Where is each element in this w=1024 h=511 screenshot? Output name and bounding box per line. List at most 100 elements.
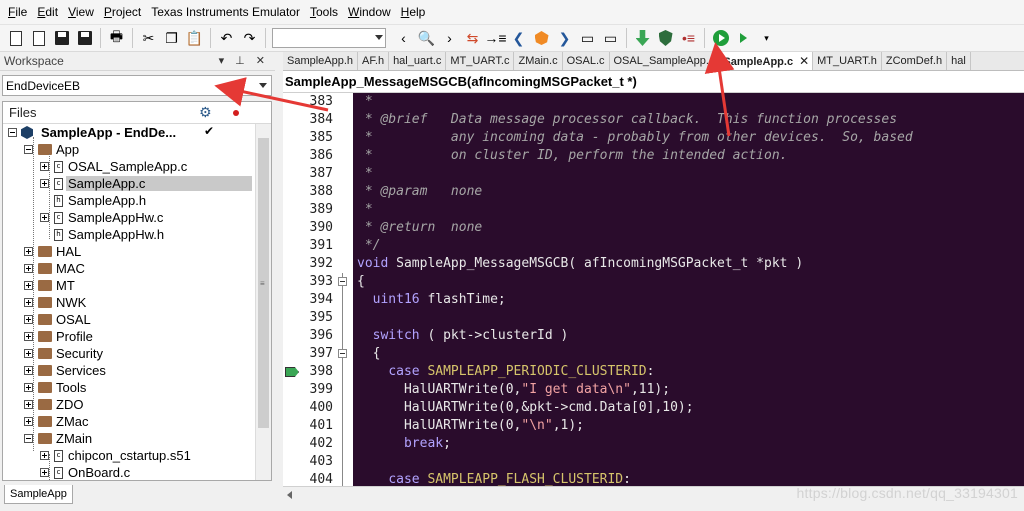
workspace-window-controls[interactable]: ▾ ⊥ ✕ (219, 54, 269, 67)
configuration-select[interactable]: EndDeviceEB (2, 75, 272, 96)
copy-icon[interactable]: ❐ (162, 28, 182, 48)
menu-window[interactable]: Window (343, 0, 396, 25)
expand-icon[interactable] (40, 451, 49, 460)
find-next-icon[interactable]: › (440, 28, 460, 48)
tree-folder[interactable]: Profile (3, 328, 271, 345)
collapse-icon[interactable] (24, 434, 33, 443)
menu-view[interactable]: View (63, 0, 99, 25)
tree-folder[interactable]: MT (3, 277, 271, 294)
menu-tools[interactable]: Tools (305, 0, 343, 25)
new-file-icon[interactable] (29, 28, 49, 48)
nav-forward-icon[interactable]: ❯ (555, 28, 575, 48)
tree-file[interactable]: c OSAL_SampleApp.c (3, 158, 271, 175)
editor-tab[interactable]: hal (947, 52, 971, 70)
tree-folder[interactable]: Services (3, 362, 271, 379)
editor-tab[interactable]: AF.h (358, 52, 390, 70)
editor-tab[interactable]: OSAL_SampleApp.c (610, 52, 720, 70)
editor-tab[interactable]: SampleApp.c ✕ (719, 52, 814, 70)
tree-folder[interactable]: ZDO (3, 396, 271, 413)
toolbar-overflow-icon[interactable]: ▾ (757, 28, 777, 48)
compile-icon[interactable]: ▭ (578, 28, 598, 48)
expand-icon[interactable] (24, 332, 33, 341)
run-without-debug-icon[interactable] (734, 28, 754, 48)
collapse-icon[interactable] (24, 145, 33, 154)
editor-tab[interactable]: hal_uart.c (389, 52, 447, 70)
editor-tab[interactable]: SampleApp.h (283, 52, 359, 70)
tree-file[interactable]: c OnBoard.c (3, 464, 271, 480)
find-combo[interactable] (272, 28, 386, 48)
redo-icon[interactable]: ↷ (240, 28, 260, 48)
expand-icon[interactable] (24, 400, 33, 409)
replace-icon[interactable]: ⇆ (463, 28, 483, 48)
cut-icon[interactable]: ✂ (139, 28, 159, 48)
menu-help[interactable]: Help (396, 0, 431, 25)
expand-icon[interactable] (24, 298, 33, 307)
menu-texas-instruments-emulator[interactable]: Texas Instruments Emulator (146, 0, 305, 25)
tree-folder[interactable]: Security (3, 345, 271, 362)
undo-icon[interactable]: ↶ (217, 28, 237, 48)
expand-icon[interactable] (40, 213, 49, 222)
editor-tab[interactable]: ZMain.c (514, 52, 563, 70)
collapse-icon[interactable] (8, 128, 17, 137)
gear-icon[interactable]: ⚙ (199, 104, 212, 121)
menu-file[interactable]: File (3, 0, 32, 25)
find-prev-icon[interactable]: ‹ (394, 28, 414, 48)
tree-folder[interactable]: App (3, 141, 271, 158)
print-icon[interactable]: 🖶 (107, 28, 127, 48)
tree-scrollbar[interactable]: ≡ (255, 124, 271, 480)
code-editor[interactable]: * * @brief Data message processor callba… (353, 93, 1024, 486)
editor-tab[interactable]: ZComDef.h (882, 52, 948, 70)
expand-icon[interactable] (24, 247, 33, 256)
expand-icon[interactable] (24, 366, 33, 375)
tree-folder[interactable]: OSAL (3, 311, 271, 328)
save-all-icon[interactable] (75, 28, 95, 48)
function-bar[interactable]: SampleApp_MessageMSGCB(afIncomingMSGPack… (283, 71, 1024, 93)
workspace-bottom-tab[interactable]: SampleApp (4, 485, 73, 504)
expand-icon[interactable] (24, 383, 33, 392)
expand-icon[interactable] (24, 264, 33, 273)
tree-folder[interactable]: MAC (3, 260, 271, 277)
editor-tab[interactable]: OSAL.c (563, 52, 610, 70)
menu-project[interactable]: Project (99, 0, 146, 25)
go-debug-icon[interactable] (711, 28, 731, 48)
tree-folder[interactable]: ZMain (3, 430, 271, 447)
download-icon[interactable] (633, 28, 653, 48)
bookmark-icon[interactable] (532, 28, 552, 48)
debug-shield-icon[interactable] (656, 28, 676, 48)
expand-icon[interactable] (40, 468, 49, 477)
tree-folder[interactable]: ZMac (3, 413, 271, 430)
make-icon[interactable]: ▭ (601, 28, 621, 48)
scroll-left-icon[interactable] (287, 491, 292, 499)
fold-toggle[interactable] (335, 345, 353, 363)
expand-icon[interactable] (40, 162, 49, 171)
breakpoint-toggle-icon[interactable]: •≡ (679, 28, 699, 48)
tree-folder[interactable]: HAL (3, 243, 271, 260)
tree-project[interactable]: SampleApp - EndDe... ✔ (3, 124, 271, 141)
fold-toggle[interactable] (335, 273, 353, 291)
tree-file[interactable]: c chipcon_cstartup.s51 (3, 447, 271, 464)
save-icon[interactable] (52, 28, 72, 48)
menu-edit[interactable]: Edit (32, 0, 63, 25)
tree-file[interactable]: c SampleApp.c (3, 175, 271, 192)
editor-tab[interactable]: MT_UART.h (813, 52, 882, 70)
tree-folder[interactable]: Tools (3, 379, 271, 396)
paste-icon[interactable]: 📋 (185, 28, 205, 48)
tree-file[interactable]: h SampleApp.h (3, 192, 271, 209)
open-icon[interactable] (6, 28, 26, 48)
editor-tab[interactable]: MT_UART.c (446, 52, 515, 70)
expand-icon[interactable] (24, 349, 33, 358)
line-number: 401 (309, 418, 333, 433)
expand-icon[interactable] (24, 281, 33, 290)
expand-icon[interactable] (40, 179, 49, 188)
close-icon[interactable]: ✕ (799, 54, 809, 68)
expand-icon[interactable] (24, 315, 33, 324)
status-dot-icon (233, 110, 239, 116)
chevron-down-icon[interactable] (259, 83, 267, 88)
nav-back-icon[interactable]: ❮ (509, 28, 529, 48)
tree-file[interactable]: c SampleAppHw.c (3, 209, 271, 226)
tree-folder[interactable]: NWK (3, 294, 271, 311)
expand-icon[interactable] (24, 417, 33, 426)
find-icon[interactable]: 🔍 (417, 28, 437, 48)
tree-file[interactable]: h SampleAppHw.h (3, 226, 271, 243)
goto-icon[interactable]: →≡ (484, 28, 506, 48)
